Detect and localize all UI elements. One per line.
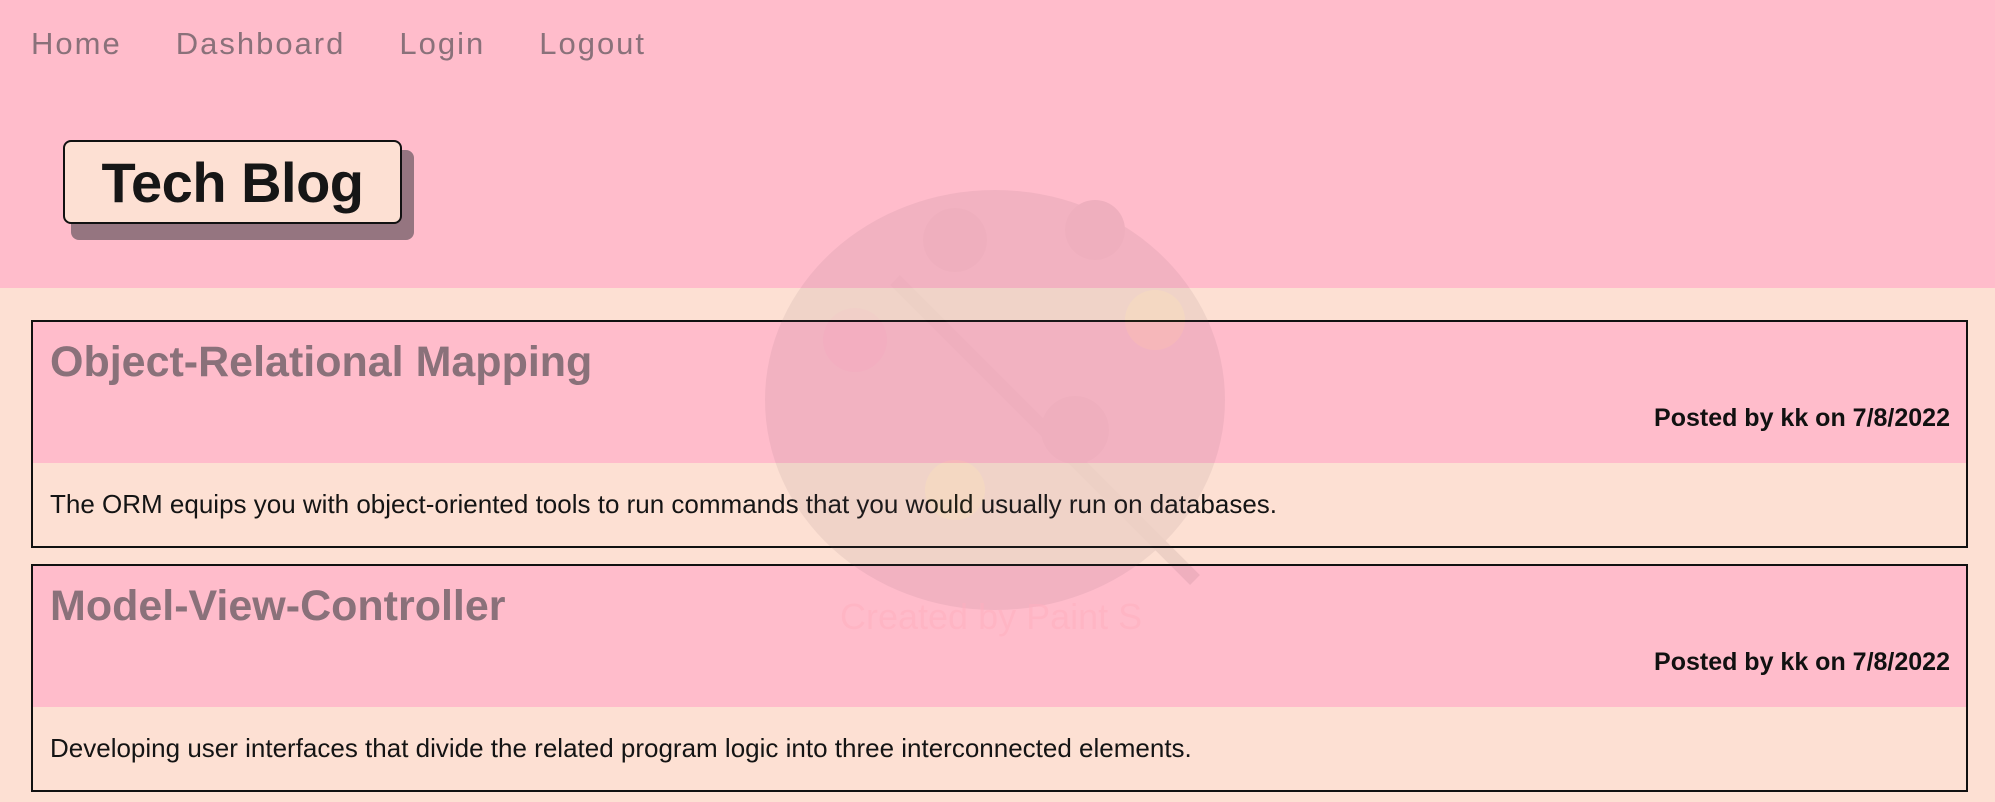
nav-login-link[interactable]: Login [399, 26, 485, 62]
nav-dashboard-link[interactable]: Dashboard [176, 26, 346, 62]
site-title: Tech Blog [101, 150, 364, 214]
post-header: Model-View-Controller Posted by kk on 7/… [33, 566, 1966, 707]
nav-logout-link[interactable]: Logout [539, 26, 646, 62]
post-card[interactable]: Model-View-Controller Posted by kk on 7/… [31, 564, 1968, 792]
post-card[interactable]: Object-Relational Mapping Posted by kk o… [31, 320, 1968, 548]
post-header: Object-Relational Mapping Posted by kk o… [33, 322, 1966, 463]
post-body: Developing user interfaces that divide t… [50, 733, 1192, 763]
post-title[interactable]: Object-Relational Mapping [50, 338, 592, 387]
site-logo: Tech Blog [63, 140, 402, 224]
post-meta: Posted by kk on 7/8/2022 [1654, 404, 1950, 432]
site-header: Home Dashboard Login Logout Tech Blog [0, 0, 1995, 288]
post-list: Object-Relational Mapping Posted by kk o… [31, 320, 1968, 802]
post-meta: Posted by kk on 7/8/2022 [1654, 648, 1950, 676]
nav-home-link[interactable]: Home [31, 26, 122, 62]
post-title[interactable]: Model-View-Controller [50, 582, 506, 631]
post-body: The ORM equips you with object-oriented … [50, 489, 1278, 519]
main-nav: Home Dashboard Login Logout [31, 26, 646, 62]
